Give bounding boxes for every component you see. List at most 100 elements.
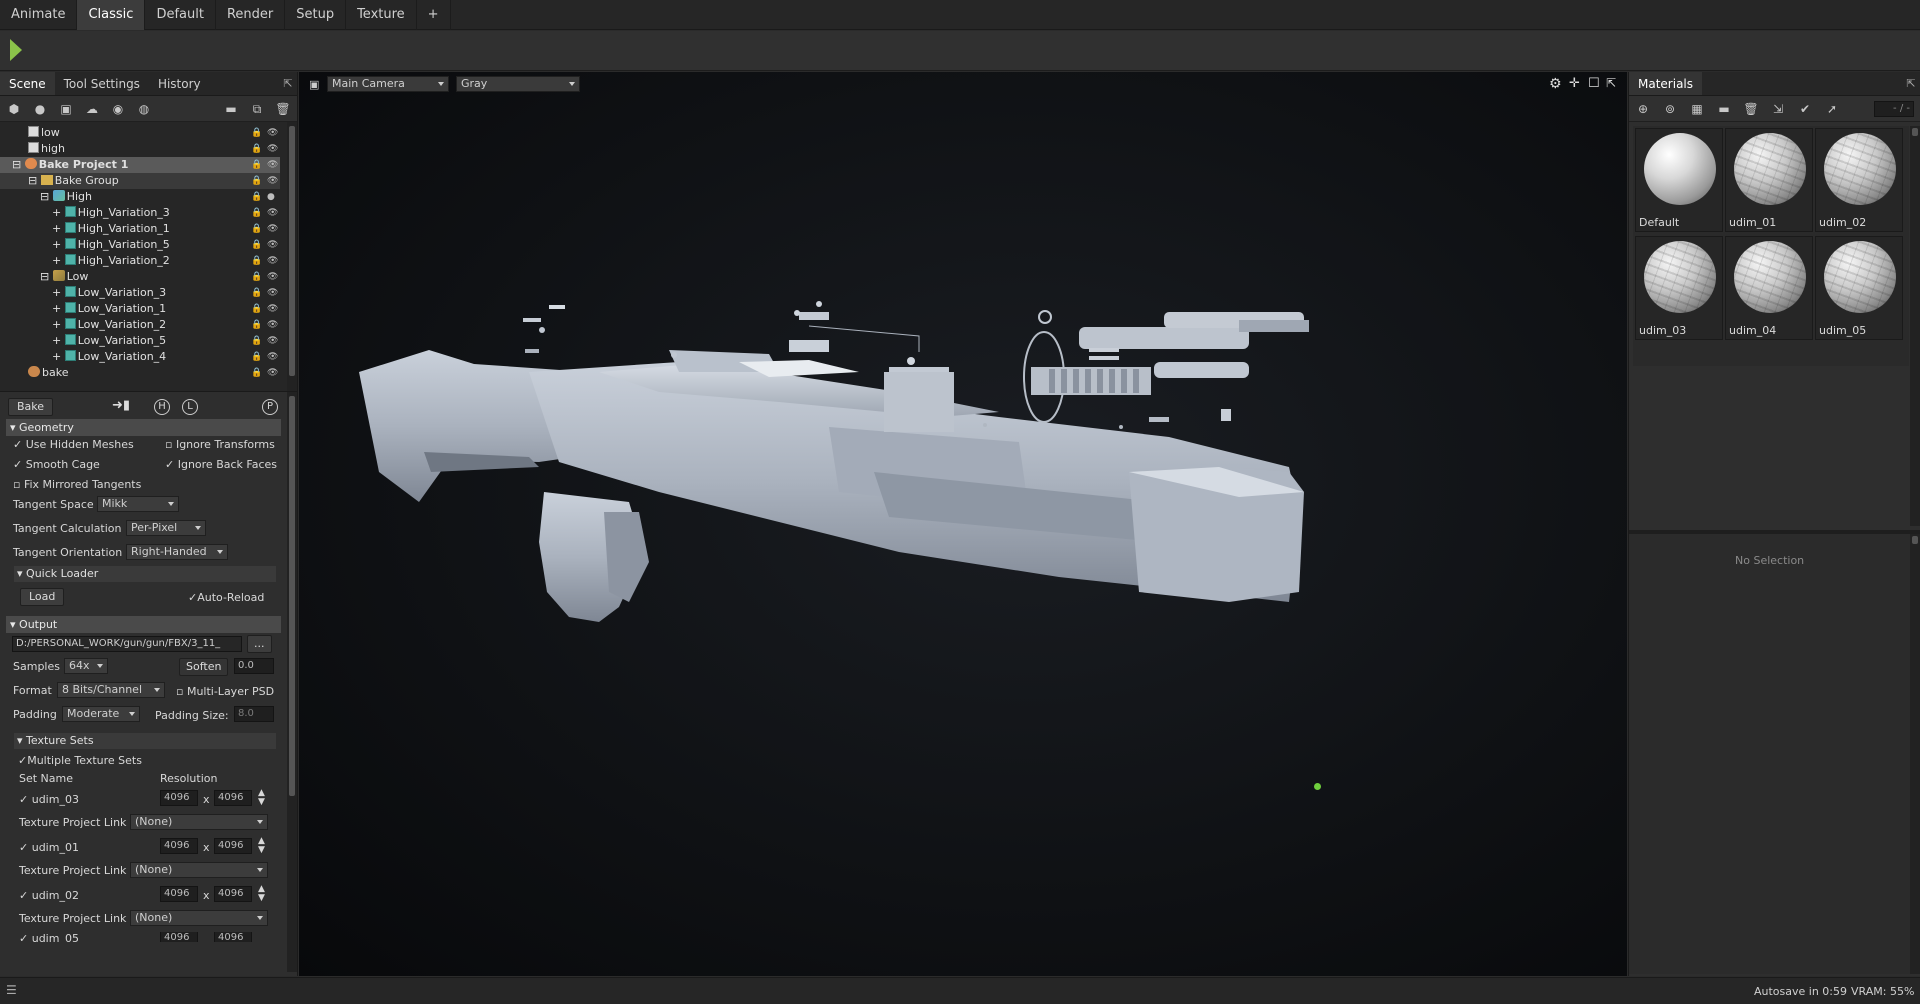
popout-icon[interactable]: ⇱ (1902, 72, 1920, 95)
multi-layer-psd-checkbox[interactable]: ▫ Multi-Layer PSD (176, 685, 274, 698)
eye-icon[interactable]: 👁 (267, 157, 278, 173)
resolution-width-field[interactable]: 4096 (160, 886, 198, 902)
tree-item[interactable]: ⊟ Bake Group 🔒 👁 (0, 173, 280, 189)
eye-icon[interactable]: 👁 (267, 365, 278, 381)
resolution-height-field[interactable]: 4096 (214, 932, 252, 942)
eye-icon[interactable]: 👁 (267, 173, 278, 189)
lock-icon[interactable]: 🔒 (251, 173, 262, 189)
tree-item[interactable]: + High_Variation_5 🔒 👁 (0, 237, 280, 253)
texture-sets-header[interactable]: ▾ Texture Sets (14, 733, 276, 749)
tab-tool-settings[interactable]: Tool Settings (55, 72, 149, 95)
smooth-cage-checkbox[interactable]: ✓ Smooth Cage (13, 458, 100, 471)
material-udim-03[interactable]: udim_03 (1635, 236, 1723, 340)
tree-item-selected[interactable]: ⊟ Bake Project 1 🔒 👁 (0, 157, 280, 173)
tab-default[interactable]: Default (145, 0, 216, 30)
duplicate-material-icon[interactable]: ⊚ (1662, 101, 1678, 117)
tree-item[interactable]: + Low_Variation_5 🔒 👁 (0, 333, 280, 349)
tree-item[interactable]: + High_Variation_2 🔒 👁 (0, 253, 280, 269)
texture-set-udim-02[interactable]: ✓ udim_02 (19, 889, 79, 902)
eye-icon[interactable]: 👁 (267, 349, 278, 365)
texture-project-link-dropdown[interactable]: (None) (130, 910, 268, 926)
resolution-width-field[interactable]: 4096 (160, 790, 198, 806)
tree-item[interactable]: + Low_Variation_3 🔒 👁 (0, 285, 280, 301)
bake-scrollbar[interactable] (287, 392, 297, 972)
eye-icon[interactable]: 👁 (267, 333, 278, 349)
tree-item[interactable]: low 🔒 👁 (0, 125, 280, 141)
resolution-height-field[interactable]: 4096 (214, 790, 252, 806)
material-default[interactable]: Default (1635, 128, 1723, 232)
lock-icon[interactable]: 🔒 (251, 157, 262, 173)
output-path-field[interactable]: D:/PERSONAL_WORK/gun/gun/FBX/3_11_ (12, 636, 242, 652)
folder-icon[interactable]: ▬ (1716, 101, 1732, 117)
resolution-height-field[interactable]: 4096 (214, 838, 252, 854)
eye-icon[interactable]: ● (267, 189, 275, 205)
tab-history[interactable]: History (149, 72, 210, 95)
add-material-icon[interactable]: ⊕ (1635, 101, 1651, 117)
add-light-icon[interactable]: ● (32, 101, 48, 117)
folder-icon[interactable]: ▬ (223, 101, 239, 117)
tree-item[interactable]: ⊟ High 🔒 ● (0, 189, 280, 205)
material-udim-02[interactable]: udim_02 (1815, 128, 1903, 232)
resolution-width-field[interactable]: 4096 (160, 838, 198, 854)
viewport[interactable]: ▣ Main Camera Gray ⚙ ✛ ☐ ⇱ (299, 72, 1627, 976)
browse-button[interactable]: ... (247, 635, 272, 653)
tree-item[interactable]: + Low_Variation_4 🔒 👁 (0, 349, 280, 365)
tree-scrollbar[interactable] (287, 122, 297, 391)
l-button[interactable]: L (182, 399, 198, 415)
popout-icon[interactable]: ⇱ (279, 72, 297, 95)
geometry-header[interactable]: ▾ Geometry (6, 419, 281, 436)
texture-project-link-dropdown[interactable]: (None) (130, 862, 268, 878)
tree-item[interactable]: + Low_Variation_1 🔒 👁 (0, 301, 280, 317)
eye-icon[interactable]: 👁 (267, 205, 278, 221)
multiple-texture-sets-checkbox[interactable]: ✓Multiple Texture Sets (18, 754, 142, 767)
eye-icon[interactable]: 👁 (267, 221, 278, 237)
p-button[interactable]: P (262, 399, 278, 415)
properties-scrollbar[interactable] (1910, 534, 1920, 974)
lock-icon[interactable]: 🔒 (251, 317, 262, 333)
select-icon[interactable]: ⇲ (1770, 101, 1786, 117)
ignore-transforms-checkbox[interactable]: ▫ Ignore Transforms (165, 438, 275, 451)
resolution-width-field[interactable]: 4096 (160, 932, 198, 942)
lock-icon[interactable]: 🔒 (251, 221, 262, 237)
lock-icon[interactable]: 🔒 (251, 301, 262, 317)
check-icon[interactable]: ✔ (1797, 101, 1813, 117)
spinner-icon[interactable]: ▲ ▼ (258, 885, 265, 903)
spinner-icon[interactable]: ▲ ▼ (258, 837, 265, 855)
tangent-calculation-dropdown[interactable]: Per-Pixel (126, 520, 206, 536)
material-udim-01[interactable]: udim_01 (1725, 128, 1813, 232)
lock-icon[interactable]: 🔒 (251, 205, 262, 221)
ignore-back-faces-checkbox[interactable]: ✓ Ignore Back Faces (165, 458, 277, 471)
tangent-space-dropdown[interactable]: Mikk (97, 496, 179, 512)
materials-scrollbar[interactable] (1910, 126, 1920, 526)
lock-icon[interactable]: 🔒 (251, 237, 262, 253)
padding-dropdown[interactable]: Moderate (62, 706, 140, 722)
log-icon[interactable]: ☰ (6, 983, 17, 997)
eye-icon[interactable]: 👁 (267, 253, 278, 269)
padding-size-field[interactable]: 8.0 (234, 706, 274, 722)
material-udim-05[interactable]: udim_05 (1815, 236, 1903, 340)
add-bake-icon[interactable]: ◉ (110, 101, 126, 117)
add-camera-icon[interactable]: ▣ (58, 101, 74, 117)
eye-icon[interactable]: 👁 (267, 237, 278, 253)
tab-render[interactable]: Render (216, 0, 286, 30)
tree-item[interactable]: + Low_Variation_2 🔒 👁 (0, 317, 280, 333)
add-sky-icon[interactable]: ☁ (84, 101, 100, 117)
tree-item[interactable]: ⊟ Low 🔒 👁 (0, 269, 280, 285)
tree-item[interactable]: bake 🔒 👁 (0, 365, 280, 381)
tree-item[interactable]: + High_Variation_1 🔒 👁 (0, 221, 280, 237)
tab-animate[interactable]: Animate (0, 0, 78, 30)
checker-icon[interactable]: ▦ (1689, 101, 1705, 117)
add-texture-project-icon[interactable]: ◍ (136, 101, 152, 117)
tree-item[interactable]: high 🔒 👁 (0, 141, 280, 157)
lock-icon[interactable]: 🔒 (251, 285, 262, 301)
use-hidden-meshes-checkbox[interactable]: ✓ Use Hidden Meshes (13, 438, 134, 451)
output-header[interactable]: ▾ Output (6, 616, 281, 633)
tab-scene[interactable]: Scene (0, 72, 55, 95)
auto-reload-checkbox[interactable]: ✓Auto-Reload (188, 591, 264, 604)
delete-icon[interactable]: 🗑 (275, 101, 291, 117)
lock-icon[interactable]: 🔒 (251, 141, 262, 157)
add-workspace-button[interactable]: + (417, 0, 451, 30)
resolution-height-field[interactable]: 4096 (214, 886, 252, 902)
play-icon[interactable] (10, 39, 22, 61)
eye-icon[interactable]: 👁 (267, 317, 278, 333)
